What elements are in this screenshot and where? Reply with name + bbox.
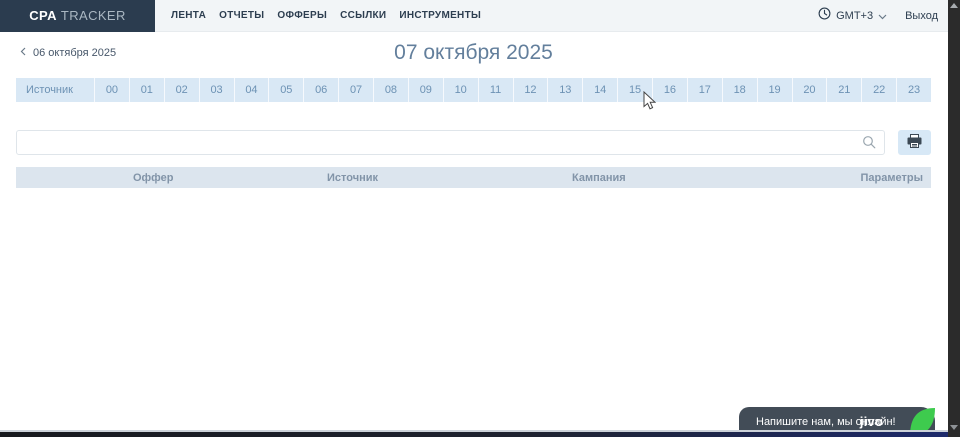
column-header-offer: Оффер [125, 172, 319, 184]
nav-item-links[interactable]: ССЫЛКИ [340, 10, 386, 21]
page-title: 07 октября 2025 [16, 41, 931, 65]
hour-cell-21: 21 [826, 78, 861, 102]
column-header-campaign: Кампания [564, 172, 853, 184]
logo-text-bold: CPA [29, 8, 57, 23]
hour-cell-03: 03 [199, 78, 234, 102]
hour-cell-16: 16 [652, 78, 687, 102]
topbar-right-cluster: GMT+3 Выход [818, 0, 938, 32]
nav-item-feed[interactable]: ЛЕНТА [171, 10, 206, 21]
nav-item-offers[interactable]: ОФФЕРЫ [277, 10, 327, 21]
hour-cell-12: 12 [513, 78, 548, 102]
hour-cell-15: 15 [617, 78, 652, 102]
hour-cell-02: 02 [164, 78, 199, 102]
hour-cell-06: 06 [303, 78, 338, 102]
logo-text-rest: TRACKER [61, 8, 126, 23]
logout-link[interactable]: Выход [905, 10, 938, 22]
hour-cell-19: 19 [757, 78, 792, 102]
search-field-wrap [16, 130, 885, 155]
hour-cells: 0001020304050607080910111213141516171819… [94, 78, 931, 102]
hour-cell-11: 11 [478, 78, 513, 102]
hour-cell-04: 04 [234, 78, 269, 102]
timezone-label: GMT+3 [836, 10, 873, 22]
app-window: CPA TRACKER ЛЕНТА ОТЧЕТЫ ОФФЕРЫ ССЫЛКИ ИНСТР… [0, 0, 960, 437]
scroll-up-arrow-icon[interactable] [950, 3, 958, 8]
clock-icon [818, 7, 831, 25]
hour-cell-13: 13 [547, 78, 582, 102]
chevron-down-icon [878, 7, 887, 25]
hour-cell-22: 22 [861, 78, 896, 102]
hour-cell-00: 00 [94, 78, 129, 102]
hour-cell-07: 07 [338, 78, 373, 102]
hour-cell-05: 05 [268, 78, 303, 102]
topbar-menu: ЛЕНТА ОТЧЕТЫ ОФФЕРЫ ССЫЛКИ ИНСТРУМЕНТЫ [171, 0, 481, 31]
hour-bar-source-label: Источник [16, 78, 94, 102]
timezone-dropdown[interactable]: GMT+3 [818, 7, 887, 25]
nav-item-tools[interactable]: ИНСТРУМЕНТЫ [399, 10, 481, 21]
hour-cell-23: 23 [896, 78, 931, 102]
search-input[interactable] [16, 130, 885, 155]
hour-cell-17: 17 [687, 78, 722, 102]
nav-item-reports[interactable]: ОТЧЕТЫ [219, 10, 264, 21]
print-button[interactable] [898, 130, 931, 155]
hour-cell-01: 01 [129, 78, 164, 102]
hour-cell-14: 14 [582, 78, 617, 102]
hour-bar: Источник 0001020304050607080910111213141… [16, 78, 931, 102]
scroll-down-arrow-icon[interactable] [950, 425, 958, 430]
column-header-params: Параметры [853, 172, 931, 184]
vertical-scrollbar[interactable] [948, 0, 960, 437]
app-logo[interactable]: CPA TRACKER [0, 0, 155, 32]
hour-cell-08: 08 [373, 78, 408, 102]
taskbar-edge [0, 432, 960, 437]
column-header-source: Источник [319, 172, 564, 184]
hour-cell-10: 10 [443, 78, 478, 102]
table-header-row: ОфферИсточникКампанияПараметры [16, 167, 931, 188]
hour-cell-18: 18 [722, 78, 757, 102]
chat-brand-logo: jivo [860, 414, 883, 429]
hour-cell-20: 20 [792, 78, 827, 102]
printer-icon [907, 134, 922, 151]
hour-cell-09: 09 [408, 78, 443, 102]
top-navbar: CPA TRACKER ЛЕНТА ОТЧЕТЫ ОФФЕРЫ ССЫЛКИ ИНСТР… [0, 0, 960, 32]
